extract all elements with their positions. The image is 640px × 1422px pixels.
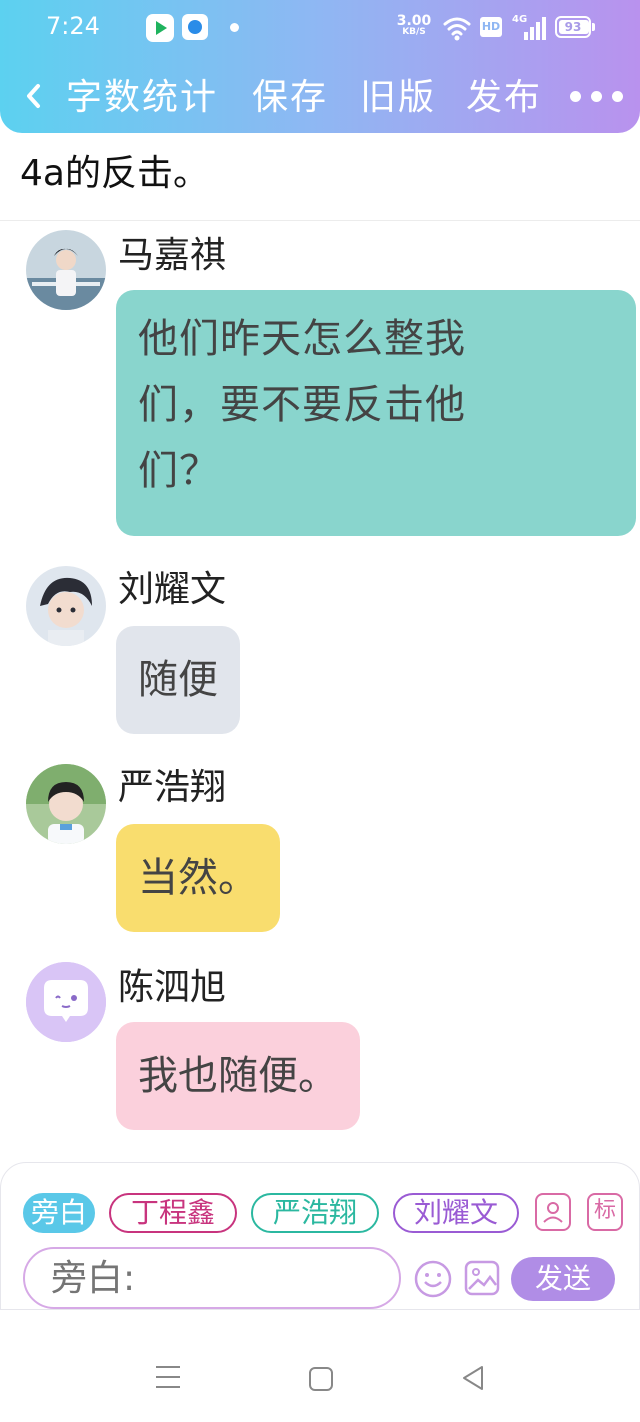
send-button[interactable]: 发送: [511, 1257, 615, 1301]
role-chip-liu[interactable]: 刘耀文: [393, 1193, 519, 1233]
publish-button[interactable]: 发布: [466, 76, 542, 120]
signal-label: 4G: [512, 14, 528, 25]
old-version-button[interactable]: 旧版: [360, 76, 436, 120]
chevron-left-icon[interactable]: [22, 80, 46, 112]
save-button[interactable]: 保存: [252, 76, 328, 120]
status-time: 7:24: [46, 12, 100, 40]
role-chip-ding[interactable]: 丁程鑫: [109, 1193, 237, 1233]
battery-level: 93: [564, 20, 582, 34]
role-chip-narrator[interactable]: 旁白: [23, 1193, 95, 1233]
divider: [0, 220, 640, 221]
image-icon[interactable]: [463, 1259, 501, 1297]
header-bar: 7:24 3.00 KB/S HD 4G 93 字数统计 保存 旧版 发布: [0, 0, 640, 133]
avatar[interactable]: [26, 962, 106, 1042]
avatar[interactable]: [26, 566, 106, 646]
role-chip-yan[interactable]: 严浩翔: [251, 1193, 379, 1233]
back-triangle-icon[interactable]: [460, 1364, 486, 1392]
system-nav-bar: [0, 1310, 640, 1422]
more-dots-icon[interactable]: [566, 88, 628, 104]
hd-icon: HD: [480, 17, 502, 37]
video-app-icon: [146, 14, 174, 42]
app-screen: 7:24 3.00 KB/S HD 4G 93 字数统计 保存 旧版 发布 4a…: [0, 0, 640, 1422]
message-bubble[interactable]: 我也随便。: [116, 1022, 360, 1130]
wifi-icon: [443, 17, 471, 41]
emoji-icon[interactable]: [413, 1259, 453, 1299]
message-line: 们？: [138, 448, 220, 494]
notification-dot-icon: [230, 23, 239, 32]
speaker-name: 陈泗旭: [118, 967, 227, 1008]
message-line: 们，要不要反击他: [138, 382, 466, 428]
home-square-icon[interactable]: [308, 1366, 334, 1392]
message-bubble[interactable]: 他们昨天怎么整我 们，要不要反击他 们？: [116, 290, 636, 536]
role-card-icon[interactable]: [535, 1193, 571, 1231]
nav-row: 字数统计 保存 旧版 发布: [0, 66, 640, 130]
speaker-name: 刘耀文: [118, 569, 227, 610]
input-panel: 旁白 丁程鑫 严浩翔 刘耀文 标 发送: [0, 1162, 640, 1310]
mark-button[interactable]: 标: [587, 1193, 623, 1231]
speaker-name: 严浩翔: [118, 767, 227, 808]
battery-icon: 93: [555, 16, 595, 38]
network-speed-value: 3.00: [396, 13, 432, 29]
message-line: 他们昨天怎么整我: [138, 316, 466, 362]
message-bubble[interactable]: 随便: [116, 626, 240, 734]
story-text-partial: 4a的反击。: [20, 153, 209, 194]
status-bar: 7:24 3.00 KB/S HD 4G 93: [0, 0, 640, 56]
word-count-button[interactable]: 字数统计: [66, 76, 218, 120]
browser-app-icon: [182, 14, 208, 40]
menu-icon[interactable]: [154, 1364, 182, 1390]
network-speed: 3.00 KB/S: [396, 14, 432, 37]
avatar[interactable]: [26, 230, 106, 310]
speaker-name: 马嘉祺: [118, 235, 227, 276]
message-input[interactable]: [23, 1247, 401, 1309]
avatar[interactable]: [26, 764, 106, 844]
message-bubble[interactable]: 当然。: [116, 824, 280, 932]
network-speed-unit: KB/S: [402, 27, 426, 37]
